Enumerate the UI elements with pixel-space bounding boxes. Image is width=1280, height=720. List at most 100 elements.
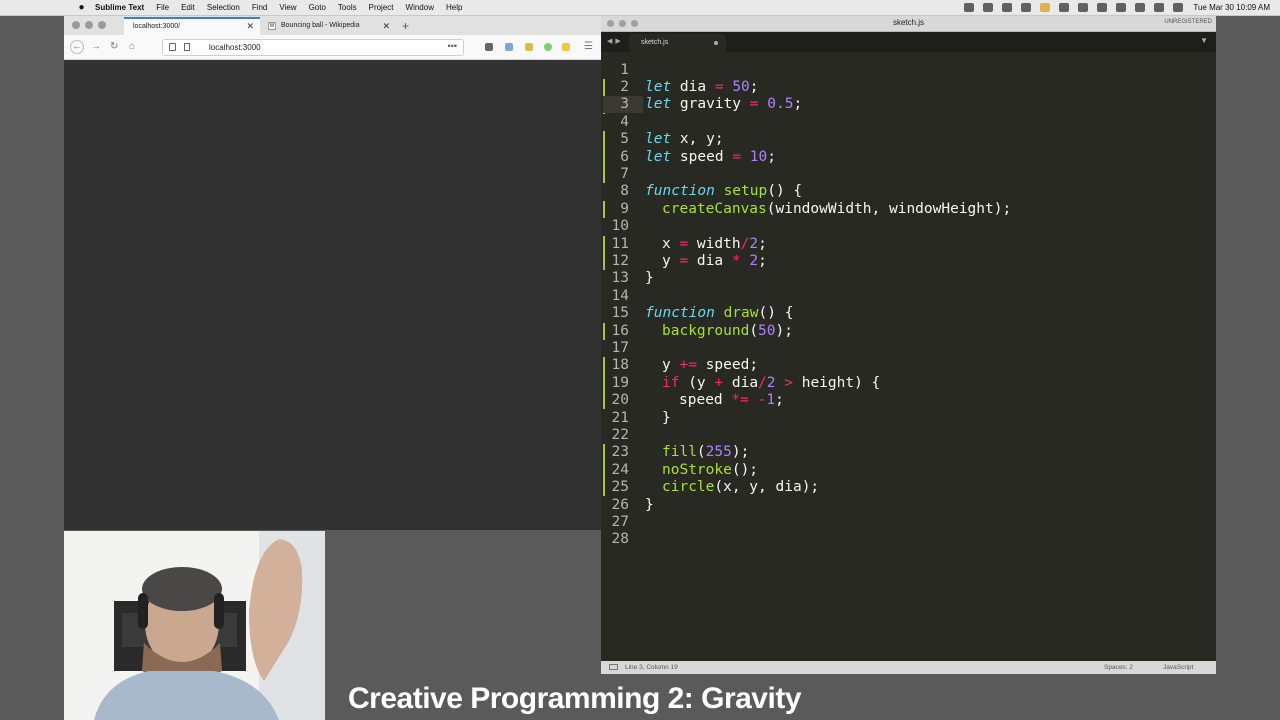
close-window-icon[interactable] (72, 21, 80, 29)
menu-app-name[interactable]: Sublime Text (95, 3, 144, 12)
extension-icon[interactable] (544, 43, 552, 51)
page-actions-icon[interactable]: ••• (448, 39, 457, 54)
page-info-icon[interactable] (184, 43, 190, 51)
shield-icon[interactable] (1040, 3, 1051, 12)
pocket-icon[interactable] (485, 43, 493, 51)
code-token: dia (671, 78, 715, 95)
code-line[interactable]: speed *= -1; (679, 392, 784, 409)
menu-help[interactable]: Help (446, 3, 462, 12)
code-token: = (749, 96, 759, 113)
extension-icon[interactable] (562, 43, 570, 51)
browser-tab-localhost[interactable]: localhost:3000/ ✕ (124, 17, 260, 35)
mic-icon[interactable] (1078, 3, 1089, 12)
code-line[interactable]: y = dia * 2; (662, 253, 767, 270)
menu-icon[interactable]: ☰ (584, 40, 593, 54)
menu-window[interactable]: Window (406, 3, 434, 12)
tab-nav-arrows-icon[interactable]: ◀▶ (607, 37, 624, 45)
close-tab-icon[interactable]: ✕ (382, 17, 390, 35)
new-tab-button[interactable]: + (402, 17, 409, 35)
menu-project[interactable]: Project (369, 3, 394, 12)
code-line[interactable]: } (645, 497, 654, 514)
code-line[interactable]: function setup() { (645, 183, 802, 200)
menu-edit[interactable]: Edit (181, 3, 195, 12)
code-line[interactable]: } (662, 410, 671, 427)
code-line[interactable]: function draw() { (645, 305, 793, 322)
code-token: ( (696, 444, 706, 461)
bluetooth-icon[interactable] (1097, 3, 1108, 12)
code-line[interactable]: background(50); (662, 323, 793, 340)
code-line[interactable]: circle(x, y, dia); (662, 479, 819, 496)
code-token: function (645, 305, 715, 322)
dropbox-icon[interactable] (1002, 3, 1013, 12)
line-number: 22 (611, 426, 629, 443)
code-line[interactable]: createCanvas(windowWidth, windowHeight); (662, 201, 1011, 218)
file-tab-sketch[interactable]: sketch.js (629, 34, 726, 52)
chevron-down-icon[interactable]: ▼ (1200, 36, 1208, 45)
screen-icon[interactable] (964, 3, 975, 12)
line-number: 27 (611, 513, 629, 530)
zoom-window-icon[interactable] (98, 21, 106, 29)
home-icon[interactable]: ⌂ (129, 40, 135, 54)
code-line[interactable]: if (y + dia/2 > height) { (662, 375, 880, 392)
code-line[interactable]: let dia = 50; (645, 79, 759, 96)
line-number: 13 (611, 270, 629, 287)
code-area[interactable]: 1 2 3 4 5 6 7 8 9 10 11 12 13 14 15 16 17 18 19 20 21 22 23 24 2… (601, 52, 1216, 661)
drop-icon[interactable] (1059, 3, 1070, 12)
menu-view[interactable]: View (279, 3, 296, 12)
code-token: function (645, 183, 715, 200)
sketch-canvas[interactable] (64, 60, 601, 530)
code-token: ; (749, 78, 759, 95)
code-line[interactable]: } (645, 270, 654, 287)
line-number: 1 (620, 61, 629, 78)
line-number: 16 (611, 322, 629, 339)
extension-icon[interactable] (505, 43, 513, 51)
code-line[interactable]: let speed = 10; (645, 149, 776, 166)
code-line[interactable]: noStroke(); (662, 462, 758, 479)
forward-icon[interactable]: → (91, 40, 101, 54)
line-number: 18 (611, 357, 629, 374)
line-number: 28 (611, 531, 629, 548)
code-token: speed (679, 392, 732, 409)
browser-tab-wikipedia[interactable]: W Bouncing ball - Wikipedia ✕ (262, 17, 396, 35)
code-line[interactable]: fill(255); (662, 444, 749, 461)
code-token: = (679, 235, 689, 252)
control-center-icon[interactable] (1173, 3, 1184, 12)
line-number: 9 (620, 200, 629, 217)
indentation-setting[interactable]: Spaces: 2 (1104, 661, 1133, 674)
line-number: 26 (611, 496, 629, 513)
battery-icon[interactable] (1116, 3, 1127, 12)
code-token: if (662, 374, 680, 391)
code-line[interactable]: let x, y; (645, 131, 724, 148)
reload-icon[interactable]: ↻ (110, 40, 118, 54)
code-token: ; (758, 252, 767, 269)
menu-file[interactable]: File (156, 3, 169, 12)
menu-tools[interactable]: Tools (338, 3, 357, 12)
unsaved-dot-icon[interactable] (714, 41, 718, 45)
apple-icon[interactable]: ● (76, 2, 87, 13)
menu-selection[interactable]: Selection (207, 3, 240, 12)
search-icon[interactable] (1154, 3, 1165, 12)
code-token: 1 (766, 392, 776, 409)
line-number: 4 (620, 113, 629, 130)
extension-icon[interactable] (525, 43, 533, 51)
wifi-icon[interactable] (1135, 3, 1146, 12)
menu-find[interactable]: Find (252, 3, 268, 12)
shield-icon[interactable] (169, 43, 176, 51)
syntax-setting[interactable]: JavaScript (1163, 661, 1193, 674)
app-icon[interactable] (983, 3, 994, 12)
cursor-position[interactable]: Line 3, Column 19 (625, 661, 678, 674)
panel-toggle-icon[interactable] (609, 664, 618, 670)
display-icon[interactable] (1021, 3, 1032, 12)
menu-bar: ● Sublime Text File Edit Selection Find … (0, 0, 1280, 16)
url-bar[interactable]: localhost:3000 ••• (162, 39, 464, 56)
close-tab-icon[interactable]: ✕ (246, 19, 254, 34)
webcam-video (64, 531, 325, 720)
menubar-clock[interactable]: Tue Mar 30 10:09 AM (1193, 3, 1270, 12)
code-line[interactable]: x = width/2; (662, 236, 767, 253)
code-line[interactable]: let gravity = 0.5; (645, 96, 802, 113)
menu-goto[interactable]: Goto (309, 3, 326, 12)
minimize-window-icon[interactable] (85, 21, 93, 29)
code-line[interactable]: y += speed; (662, 357, 758, 374)
back-icon[interactable]: ← (70, 40, 84, 54)
